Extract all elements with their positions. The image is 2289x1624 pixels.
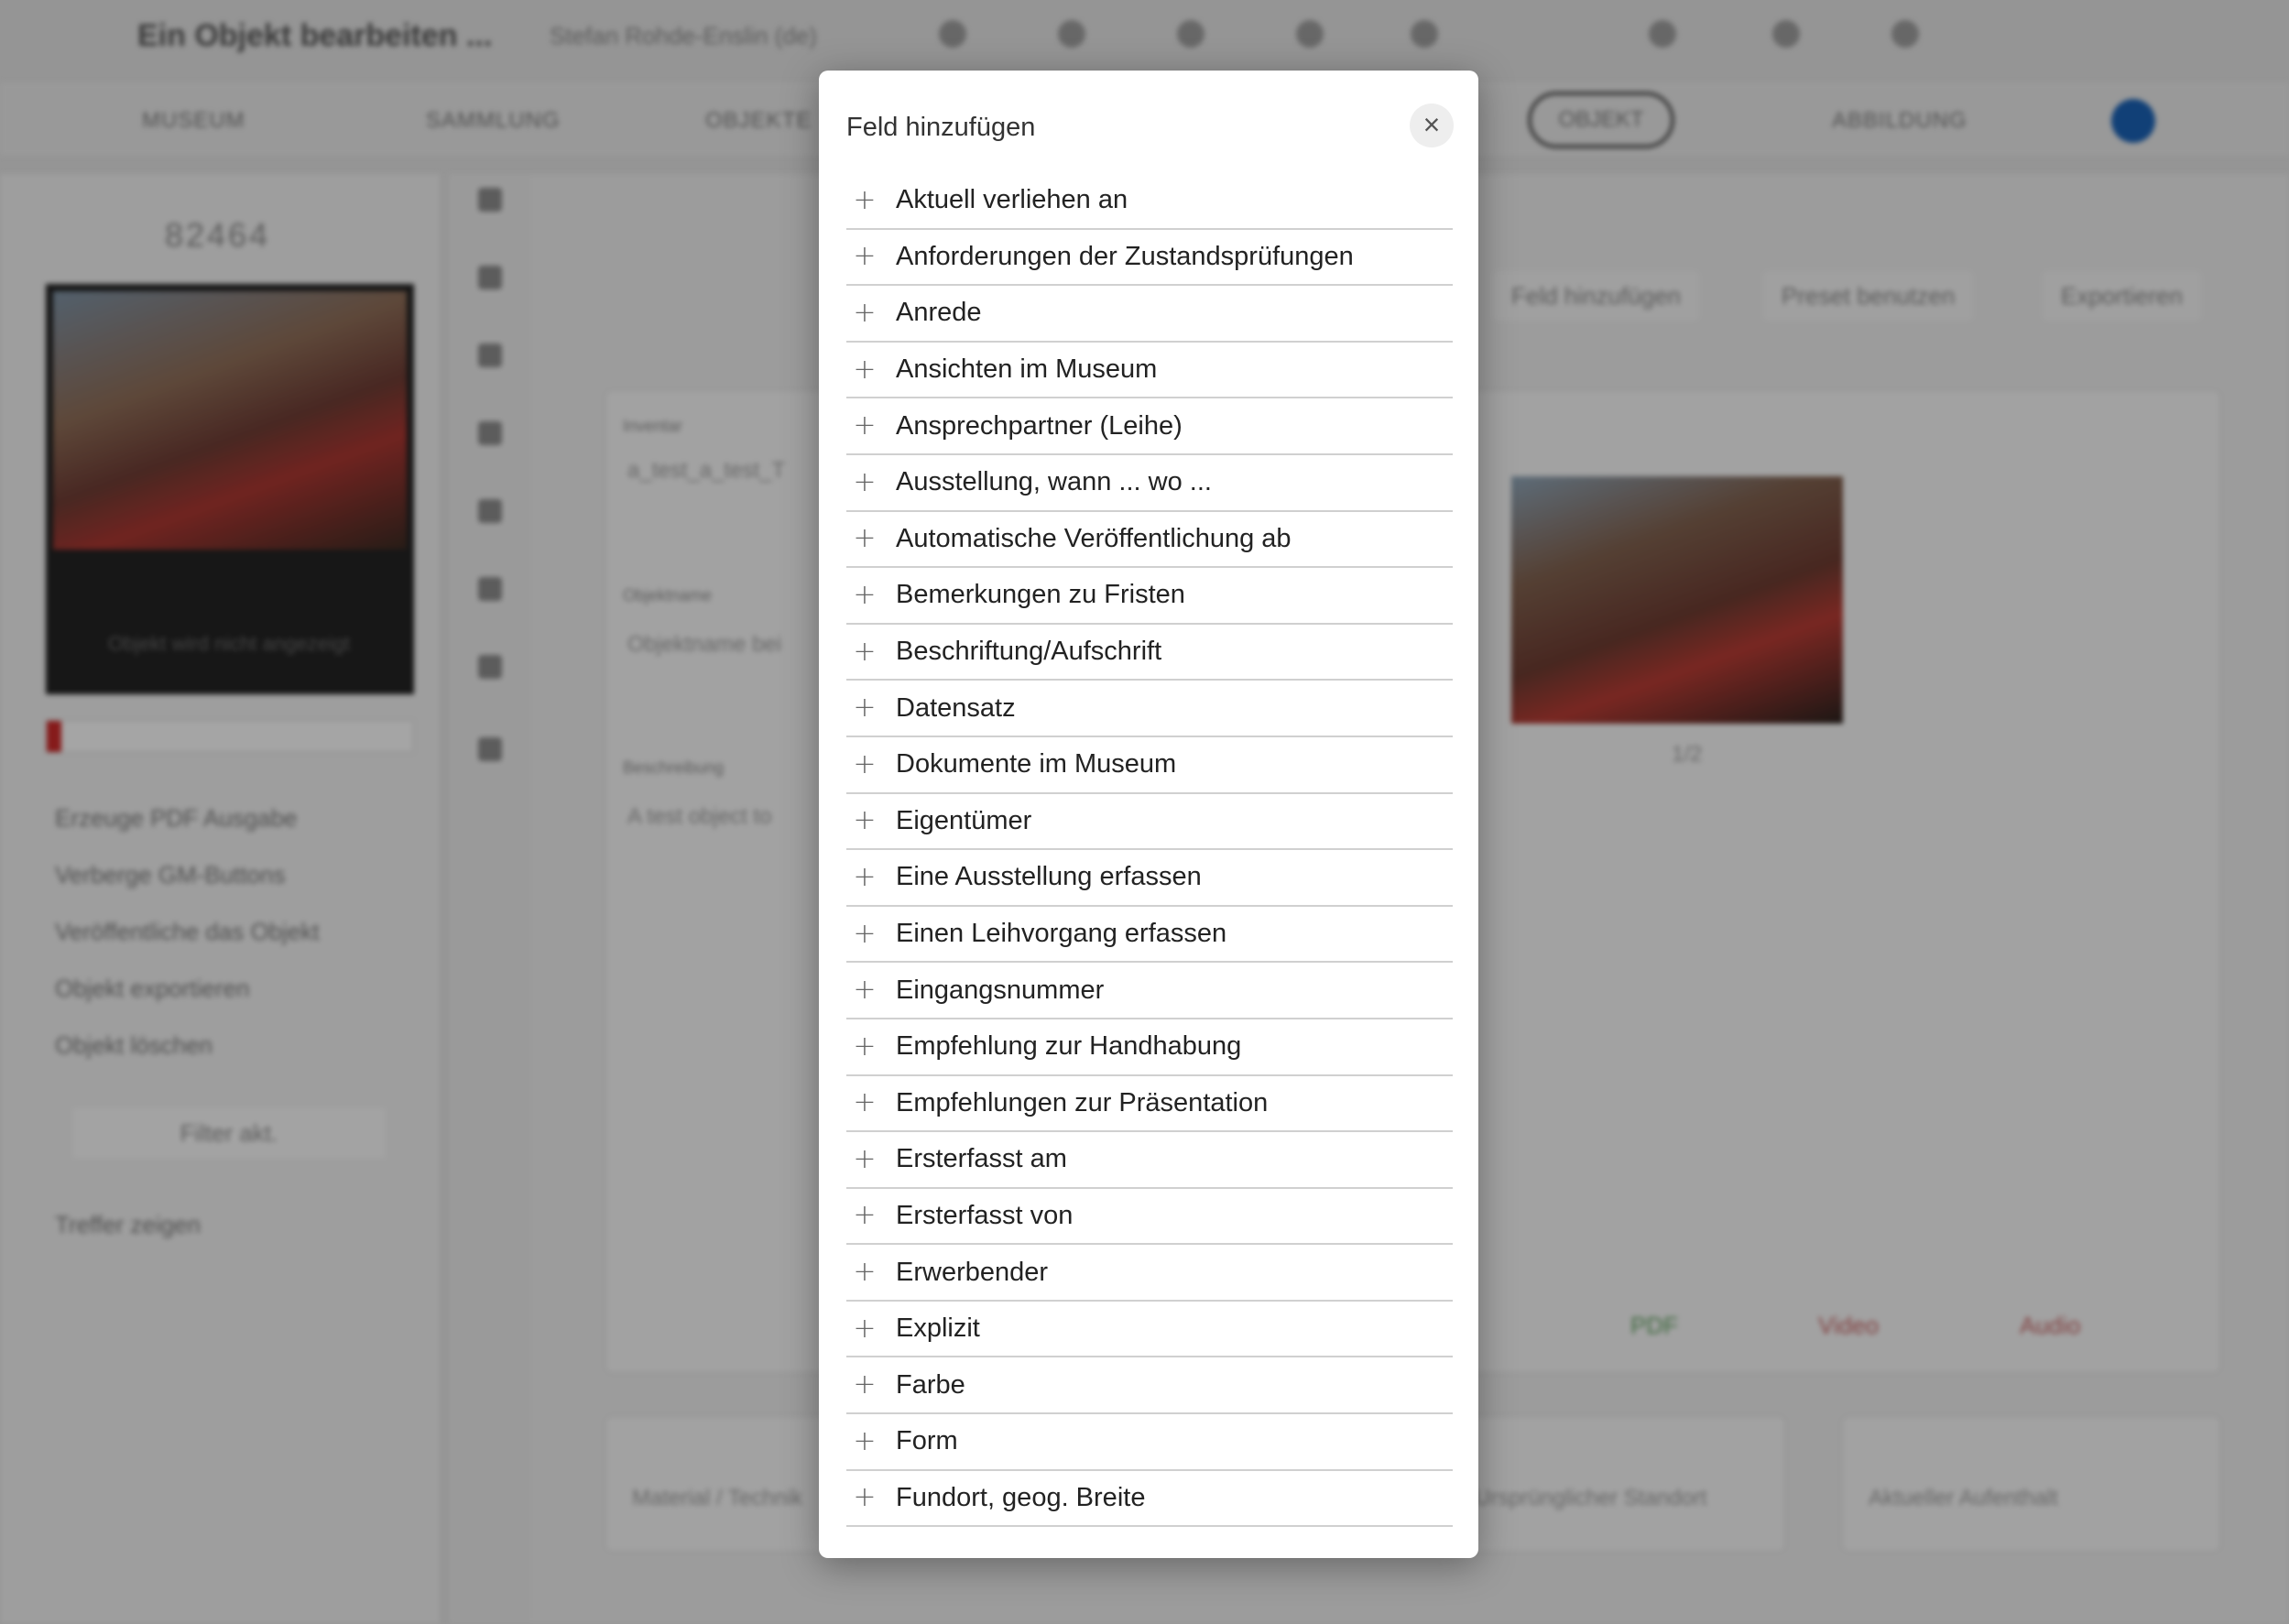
field-option[interactable]: + Datensatz [846,681,1453,737]
plus-icon: + [853,1086,877,1119]
plus-icon: + [853,747,877,780]
field-option[interactable]: + Farbe [846,1357,1453,1415]
plus-icon: + [853,409,877,442]
field-option-label: Erwerbender [896,1257,1049,1287]
field-option-label: Ansichten im Museum [896,354,1158,385]
field-option-label: Datensatz [896,692,1016,723]
field-option-label: Eigentümer [896,805,1032,835]
field-option[interactable]: + Einen Leihvorgang erfassen [846,907,1453,964]
field-option-label: Anforderungen der Zustandsprüfungen [896,241,1354,271]
field-option-label: Aktuell verliehen an [896,185,1128,215]
field-option[interactable]: + Eigentümer [846,794,1453,851]
plus-icon: + [853,692,877,725]
field-option-label: Ansprechpartner (Leihe) [896,410,1183,441]
plus-icon: + [853,1199,877,1232]
plus-icon: + [853,183,877,216]
plus-icon: + [853,1256,877,1289]
plus-icon: + [853,1424,877,1457]
field-option[interactable]: + Explizit [846,1302,1453,1358]
field-option[interactable]: + Empfehlung zur Handhabung [846,1019,1453,1076]
field-option-label: Form [896,1426,958,1456]
field-option-label: Anrede [896,298,982,328]
field-option[interactable]: + Dokumente im Museum [846,737,1453,794]
field-option-label: Eingangsnummer [896,975,1105,1005]
field-option-label: Bemerkungen zu Fristen [896,580,1185,610]
field-option[interactable]: + Ansichten im Museum [846,343,1453,399]
field-option-label: Dokumente im Museum [896,749,1177,779]
field-option-label: Eine Ausstellung erfassen [896,862,1202,892]
plus-icon: + [853,353,877,386]
field-option[interactable]: + Ersterfasst von [846,1189,1453,1246]
plus-icon: + [853,635,877,668]
plus-icon: + [853,1368,877,1401]
field-option[interactable]: + Automatische Veröffentlichung ab [846,512,1453,569]
field-option-label: Beschriftung/Aufschrift [896,637,1162,667]
dialog-title: Feld hinzufügen [846,113,1036,142]
plus-icon: + [853,296,877,329]
field-option[interactable]: + Eine Ausstellung erfassen [846,850,1453,907]
plus-icon: + [853,1142,877,1175]
plus-icon: + [853,1312,877,1345]
field-option-label: Einen Leihvorgang erfassen [896,919,1227,949]
field-option[interactable]: + Aktuell verliehen an [846,173,1453,230]
field-option-label: Automatische Veröffentlichung ab [896,523,1292,553]
plus-icon: + [853,1481,877,1514]
field-option[interactable]: + Eingangsnummer [846,963,1453,1019]
plus-icon: + [853,804,877,837]
field-option[interactable]: + Bemerkungen zu Fristen [846,568,1453,625]
field-option-label: Ersterfasst am [896,1144,1067,1174]
field-option-label: Ersterfasst von [896,1200,1074,1230]
plus-icon: + [853,1030,877,1063]
plus-icon: + [853,974,877,1007]
field-option[interactable]: + Ansprechpartner (Leihe) [846,398,1453,455]
plus-icon: + [853,465,877,498]
field-option[interactable]: + Anrede [846,286,1453,343]
field-option[interactable]: + Beschriftung/Aufschrift [846,625,1453,681]
field-option-label: Explizit [896,1313,980,1344]
field-list: + Aktuell verliehen an + Anforderungen der … [846,173,1453,1528]
field-option[interactable]: + Fundort, geog. Breite [846,1471,1453,1528]
field-option[interactable]: + Ersterfasst am [846,1132,1453,1189]
plus-icon: + [853,522,877,555]
field-option[interactable]: + Form [846,1414,1453,1471]
field-option-label: Farbe [896,1369,965,1400]
plus-icon: + [853,860,877,893]
field-option-label: Empfehlungen zur Präsentation [896,1087,1269,1117]
field-option[interactable]: + Erwerbender [846,1245,1453,1302]
plus-icon: + [853,917,877,950]
add-field-dialog: Feld hinzufügen × + Aktuell verliehen an +… [819,71,1478,1558]
close-icon: × [1422,108,1441,141]
plus-icon: + [853,578,877,611]
close-button[interactable]: × [1410,104,1454,147]
field-option[interactable]: + Ausstellung, wann ... wo ... [846,455,1453,512]
field-option-label: Empfehlung zur Handhabung [896,1031,1242,1062]
field-option-label: Fundort, geog. Breite [896,1482,1146,1512]
plus-icon: + [853,240,877,273]
field-option[interactable]: + Anforderungen der Zustandsprüfungen [846,230,1453,287]
field-option-label: Ausstellung, wann ... wo ... [896,467,1212,497]
field-option[interactable]: + Empfehlungen zur Präsentation [846,1076,1453,1133]
